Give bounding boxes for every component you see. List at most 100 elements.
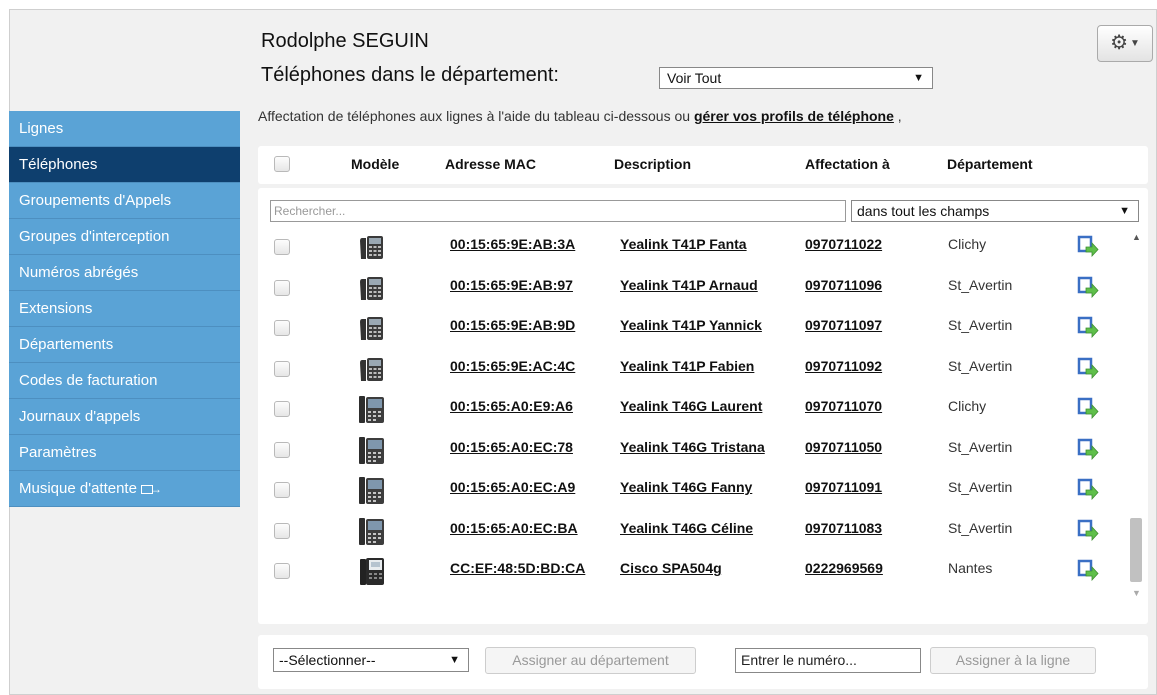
sidebar-item[interactable]: Musique d'attente: [9, 471, 240, 507]
assign-line-icon[interactable]: [1077, 519, 1099, 541]
assign-line-button[interactable]: Assigner à la ligne: [930, 647, 1096, 674]
assigned-number-link[interactable]: 0970711050: [805, 439, 882, 455]
scroll-down-arrow-icon[interactable]: ▼: [1132, 588, 1141, 598]
description-link[interactable]: Cisco SPA504g: [620, 560, 722, 576]
description-link[interactable]: Yealink T41P Yannick: [620, 317, 762, 333]
sidebar-item-label: Groupements d'Appels: [19, 192, 172, 209]
column-header-mac[interactable]: Adresse MAC: [445, 156, 536, 172]
external-link-icon: [140, 479, 162, 499]
department-filter-label: Téléphones dans le département:: [261, 64, 559, 86]
bulk-department-select[interactable]: --Sélectionner-- ▼: [273, 648, 469, 672]
select-all-checkbox[interactable]: [274, 156, 290, 172]
table-footer: --Sélectionner-- ▼ Assigner au départeme…: [258, 635, 1148, 689]
dropdown-arrow-icon: ▼: [913, 72, 924, 84]
mac-address-link[interactable]: 00:15:65:A0:EC:BA: [450, 520, 578, 536]
sidebar-item[interactable]: Groupements d'Appels: [9, 183, 240, 219]
column-header-model[interactable]: Modèle: [351, 156, 399, 172]
row-checkbox[interactable]: [274, 563, 290, 579]
settings-button[interactable]: ⚙ ▼: [1097, 25, 1153, 62]
assigned-number-link[interactable]: 0970711083: [805, 520, 882, 536]
assigned-number-link[interactable]: 0970711096: [805, 277, 882, 293]
sidebar-item[interactable]: Lignes: [9, 111, 240, 147]
column-header-department[interactable]: Département: [947, 156, 1033, 172]
assigned-number-link[interactable]: 0970711022: [805, 236, 882, 252]
mac-address-link[interactable]: CC:EF:48:5D:BD:CA: [450, 560, 585, 576]
mac-address-link[interactable]: 00:15:65:9E:AB:97: [450, 277, 573, 293]
description-link[interactable]: Yealink T41P Arnaud: [620, 277, 758, 293]
sidebar-item[interactable]: Groupes d'interception: [9, 219, 240, 255]
assigned-number-link[interactable]: 0222969569: [805, 560, 883, 576]
sidebar-item[interactable]: Téléphones: [9, 147, 240, 183]
assign-line-icon[interactable]: [1077, 438, 1099, 460]
phone-model-icon: [358, 354, 386, 384]
column-header-description[interactable]: Description: [614, 156, 691, 172]
column-header-assignment[interactable]: Affectation à: [805, 156, 890, 172]
row-checkbox[interactable]: [274, 522, 290, 539]
department-value: Nantes: [948, 560, 993, 576]
description-link[interactable]: Yealink T46G Fanny: [620, 479, 752, 495]
table-row: 00:15:65:9E:AB:3A Yealink T41P Fanta 09707…: [258, 230, 1128, 271]
description-link[interactable]: Yealink T46G Laurent: [620, 398, 762, 414]
assign-line-icon[interactable]: [1077, 235, 1099, 258]
sidebar-item[interactable]: Départements: [9, 327, 240, 363]
search-field-select[interactable]: dans tout les champs ▼: [851, 200, 1139, 222]
search-field-value: dans tout les champs: [857, 203, 990, 219]
assigned-number-link[interactable]: 0970711070: [805, 398, 882, 414]
sidebar-item-label: Journaux d'appels: [19, 408, 141, 425]
assign-line-icon[interactable]: [1077, 276, 1099, 298]
scroll-up-arrow-icon[interactable]: ▲: [1132, 232, 1141, 242]
line-number-input[interactable]: Entrer le numéro...: [735, 648, 921, 673]
assign-line-icon[interactable]: [1077, 357, 1099, 379]
sidebar-item[interactable]: Paramètres: [9, 435, 240, 471]
department-value: St_Avertin: [948, 317, 1013, 333]
sidebar-item-label: Codes de facturation: [19, 372, 158, 389]
row-checkbox[interactable]: [274, 482, 290, 498]
sidebar-item[interactable]: Journaux d'appels: [9, 399, 240, 435]
department-value: Clichy: [948, 236, 987, 252]
row-checkbox[interactable]: [274, 239, 290, 255]
mac-address-link[interactable]: 00:15:65:A0:EC:A9: [450, 479, 575, 495]
row-checkbox[interactable]: [274, 279, 290, 296]
row-checkbox[interactable]: [274, 360, 290, 377]
description-link[interactable]: Yealink T41P Fanta: [620, 236, 747, 252]
assigned-number-link[interactable]: 0970711091: [805, 479, 882, 495]
phone-model-icon: [358, 313, 386, 343]
assign-line-icon[interactable]: [1077, 559, 1099, 582]
description-link[interactable]: Yealink T46G Céline: [620, 520, 753, 536]
mac-address-link[interactable]: 00:15:65:A0:E9:A6: [450, 398, 573, 414]
scroll-thumb[interactable]: [1130, 518, 1142, 582]
bulk-department-value: --Sélectionner--: [279, 652, 376, 668]
assign-line-icon[interactable]: [1077, 316, 1099, 339]
sidebar-item-label: Départements: [19, 336, 114, 353]
sidebar-item[interactable]: Numéros abrégés: [9, 255, 240, 291]
assigned-number-link[interactable]: 0970711097: [805, 317, 882, 333]
department-value: St_Avertin: [948, 276, 1013, 293]
assigned-number-link[interactable]: 0970711092: [805, 358, 882, 374]
mac-address-link[interactable]: 00:15:65:9E:AC:4C: [450, 358, 575, 374]
assign-line-icon[interactable]: [1077, 397, 1099, 420]
assign-department-button[interactable]: Assigner au département: [485, 647, 696, 674]
table-scrollbar[interactable]: ▲ ▼: [1128, 228, 1145, 610]
department-value: St_Avertin: [948, 357, 1013, 374]
mac-address-link[interactable]: 00:15:65:9E:AB:9D: [450, 317, 575, 333]
mac-address-link[interactable]: 00:15:65:9E:AB:3A: [450, 236, 575, 252]
sidebar-nav: Lignes Téléphones Groupements d'Appels Grou…: [9, 111, 240, 507]
row-checkbox[interactable]: [274, 401, 290, 417]
sidebar-item[interactable]: Codes de facturation: [9, 363, 240, 399]
phone-model-icon: [358, 516, 386, 546]
dropdown-arrow-icon: ▼: [1119, 205, 1130, 217]
sidebar-item[interactable]: Extensions: [9, 291, 240, 327]
mac-address-link[interactable]: 00:15:65:A0:EC:78: [450, 439, 573, 455]
row-checkbox[interactable]: [274, 320, 290, 336]
search-input[interactable]: Rechercher...: [270, 200, 846, 222]
phone-model-icon: [358, 273, 386, 303]
department-filter-value: Voir Tout: [667, 70, 722, 86]
manage-profiles-link[interactable]: gérer vos profils de téléphone: [694, 108, 894, 124]
assign-line-icon[interactable]: [1077, 478, 1099, 501]
info-suffix: ,: [893, 108, 902, 124]
department-filter-select[interactable]: Voir Tout ▼: [659, 67, 933, 89]
table-row: 00:15:65:9E:AB:9D Yealink T41P Yannick 097…: [258, 311, 1128, 352]
description-link[interactable]: Yealink T41P Fabien: [620, 358, 754, 374]
row-checkbox[interactable]: [274, 441, 290, 458]
description-link[interactable]: Yealink T46G Tristana: [620, 439, 765, 455]
